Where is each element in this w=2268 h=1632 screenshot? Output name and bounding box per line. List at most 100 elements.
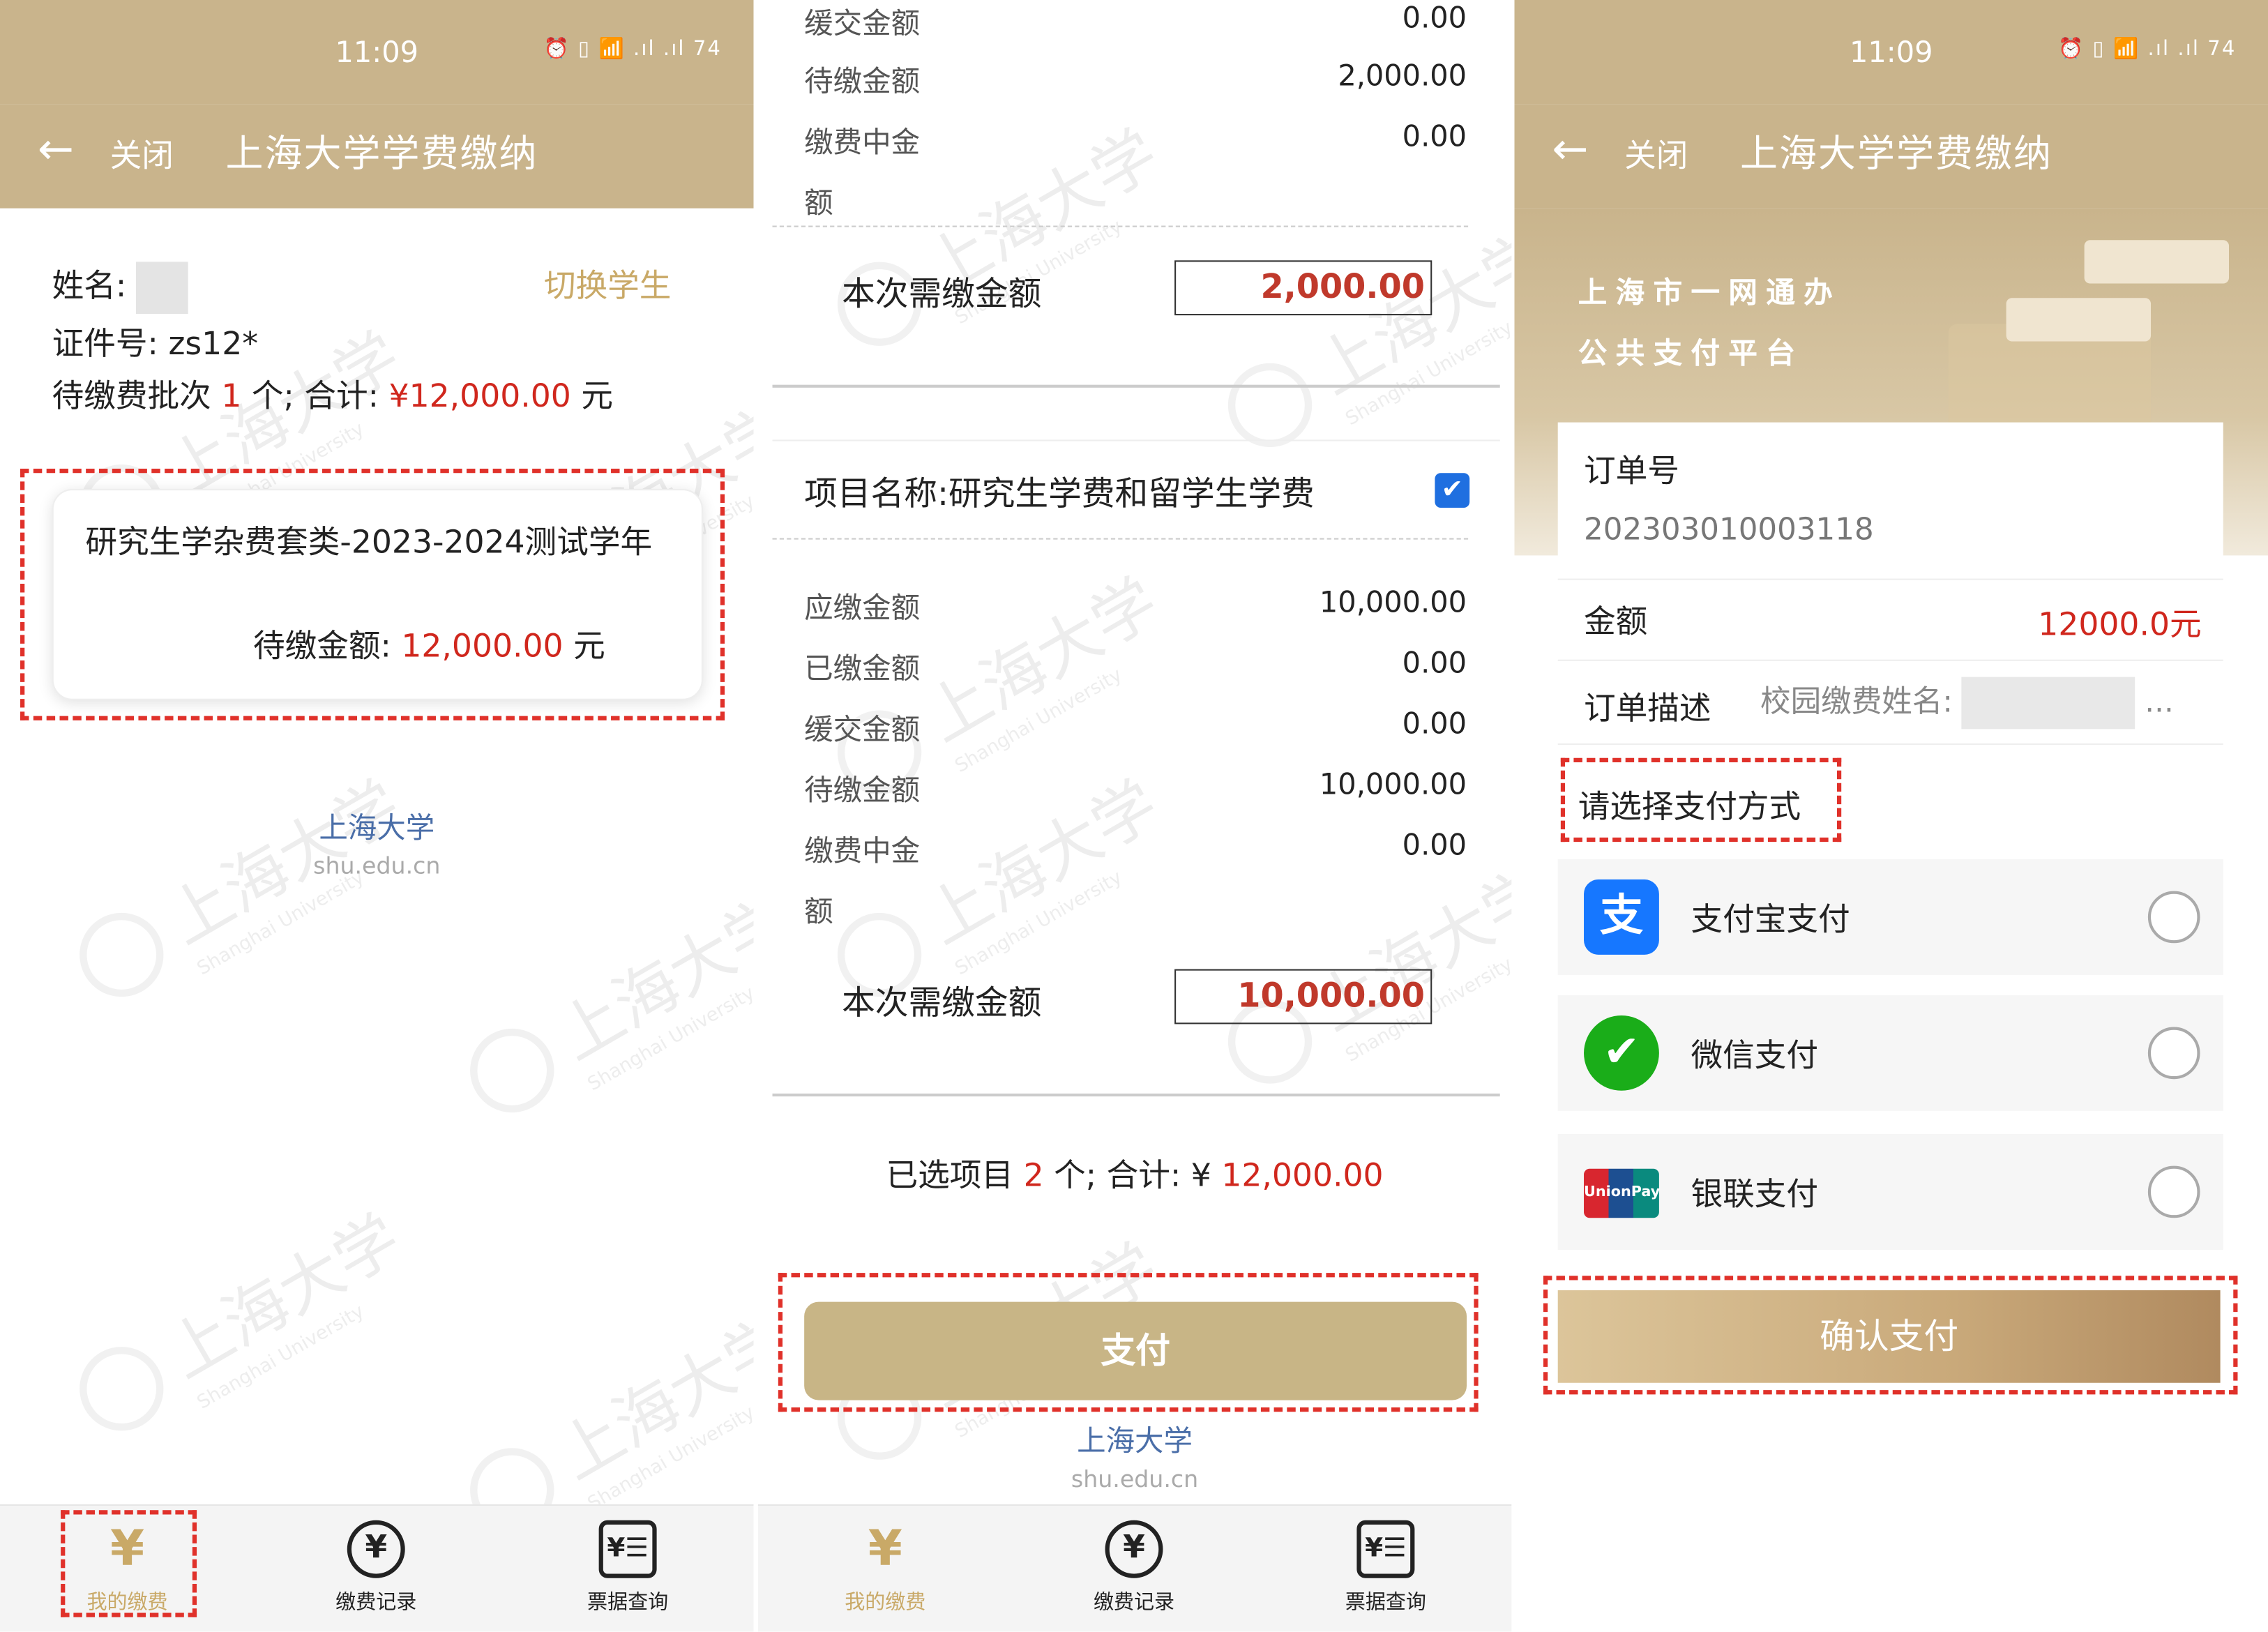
watermark: 上海大学Shanghai University bbox=[64, 1188, 425, 1446]
close-button[interactable]: 关闭 bbox=[1624, 130, 1688, 176]
selected-total: 12,000.00 bbox=[1221, 1158, 1384, 1195]
payment-option-label: 银联支付 bbox=[1691, 1177, 1819, 1214]
school-url: shu.edu.cn bbox=[313, 852, 441, 879]
status-icons: ⏰ ▯ 📶 .ıl .ıl 74 bbox=[543, 37, 722, 61]
amount-row: 应缴金额 10,000.00 bbox=[804, 584, 1467, 625]
screenshot-stage: 11:09 ⏰ ▯ 📶 .ıl .ıl 74 ← 关闭 上海大学学费缴纳 上海大… bbox=[0, 0, 2268, 1632]
fee-batch-card[interactable]: 研究生学杂费套类-2023-2024测试学年 待缴金额: 12,000.00 元 bbox=[52, 489, 703, 700]
receipt-icon: ¥☰ bbox=[1356, 1520, 1415, 1578]
fee-items-panel: 上海大学 Shanghai University 上海大学 Shanghai Uni… bbox=[757, 0, 1512, 1632]
desc-redacted bbox=[1961, 677, 2135, 730]
selection-summary: 已选项目 2 个; 合计: ¥ 12,000.00 bbox=[886, 1158, 1384, 1195]
switch-student-link[interactable]: 切换学生 bbox=[544, 260, 672, 306]
name-redacted bbox=[136, 262, 189, 315]
pay-amount-input[interactable]: 2,000.00 bbox=[1174, 260, 1432, 316]
banner-line1: 上海市一网通办 bbox=[1578, 275, 1842, 310]
choose-payment-heading: 请选择支付方式 bbox=[1578, 789, 1801, 826]
highlight-box bbox=[61, 1510, 197, 1617]
amount-row: 待缴金额 2,000.00 bbox=[804, 57, 1467, 99]
batch-summary: 待缴费批次 1 个; 合计: ¥12,000.00 元 bbox=[52, 379, 614, 416]
amount-row: 待缴金额 10,000.00 bbox=[804, 766, 1467, 808]
fees-home-panel: 11:09 ⏰ ▯ 📶 .ıl .ıl 74 ← 关闭 上海大学学费缴纳 上海大… bbox=[0, 0, 754, 1632]
student-name-row: 姓名: bbox=[52, 260, 189, 315]
nav-bar: ← 关闭 上海大学学费缴纳 bbox=[1514, 104, 2268, 209]
divider bbox=[772, 538, 1469, 540]
confirm-pay-button[interactable]: 确认支付 bbox=[1557, 1290, 2221, 1383]
nav-bar: ← 关闭 上海大学学费缴纳 bbox=[0, 104, 754, 209]
amount-row: 缴费中金 0.00 bbox=[804, 119, 1467, 160]
order-number-box: 订单号 202303010003118 bbox=[1557, 422, 2223, 579]
pay-button[interactable]: 支付 bbox=[804, 1301, 1467, 1400]
watermark: 上海大学Shanghai University bbox=[455, 870, 754, 1128]
tab-my-fees[interactable]: ¥ 我的缴费 bbox=[813, 1520, 958, 1616]
id-value: zs12* bbox=[168, 326, 259, 363]
pay-amount-input[interactable]: 10,000.00 bbox=[1174, 969, 1432, 1025]
back-arrow-icon[interactable]: ← bbox=[1552, 124, 1588, 175]
project-name: 项目名称:研究生学费和留学生学费 bbox=[804, 476, 1315, 514]
school-footer: 上海大学 shu.edu.cn bbox=[758, 1418, 1512, 1493]
page-title: 上海大学学费缴纳 bbox=[225, 133, 538, 177]
payment-option-unionpay[interactable]: UnionPay 银联支付 bbox=[1557, 1134, 2223, 1250]
batch-total: ¥12,000.00 bbox=[388, 379, 571, 416]
payment-radio[interactable] bbox=[2147, 1165, 2200, 1218]
status-bar: 11:09 ⏰ ▯ 📶 .ıl .ıl 74 bbox=[0, 0, 754, 105]
id-label: 证件号: bbox=[52, 326, 158, 363]
card-amount: 12,000.00 bbox=[401, 629, 564, 666]
divider bbox=[1557, 743, 2223, 746]
amount-row: 缓交金额 0.00 bbox=[804, 706, 1467, 747]
payment-option-label: 支付宝支付 bbox=[1691, 902, 1850, 939]
id-row: 证件号: zs12* bbox=[52, 318, 258, 364]
tab-bar: ¥ 我的缴费 ¥ 缴费记录 ¥☰ 票据查询 bbox=[757, 1504, 1512, 1632]
status-bar: 11:09 ⏰ ▯ 📶 .ıl .ıl 74 bbox=[1514, 0, 2268, 105]
batch-count: 1 bbox=[221, 379, 242, 416]
tab-payment-records[interactable]: ¥ 缴费记录 bbox=[304, 1520, 448, 1616]
watermark: 上海大学Shanghai University bbox=[1212, 204, 1511, 463]
desc-value: 校园缴费姓名: ... bbox=[1760, 677, 2174, 730]
order-number: 202303010003118 bbox=[1584, 512, 1874, 547]
tab-receipt-query[interactable]: ¥☰ 票据查询 bbox=[1313, 1520, 1458, 1616]
watermark: 上海大学Shanghai University bbox=[455, 1290, 754, 1548]
yuan-search-icon: ¥ bbox=[1105, 1520, 1163, 1578]
alipay-icon: 支 bbox=[1584, 879, 1659, 955]
tab-receipt-query[interactable]: ¥☰ 票据查询 bbox=[555, 1520, 700, 1616]
home-yuan-icon: ¥ bbox=[868, 1520, 902, 1578]
school-url: shu.edu.cn bbox=[1071, 1465, 1199, 1493]
name-label: 姓名: bbox=[52, 269, 127, 305]
amount-row: 缓交金额 0.00 bbox=[804, 0, 1467, 41]
payment-method-panel: 11:09 ⏰ ▯ 📶 .ıl .ıl 74 ← 关闭 上海大学学费缴纳 上海市… bbox=[1514, 0, 2268, 1632]
school-footer: 上海大学 shu.edu.cn bbox=[0, 804, 754, 879]
amount-label: 金额 bbox=[1584, 604, 1648, 641]
receipt-icon: ¥☰ bbox=[598, 1520, 657, 1578]
payment-option-label: 微信支付 bbox=[1691, 1038, 1819, 1075]
page-title: 上海大学学费缴纳 bbox=[1740, 133, 2053, 177]
payment-option-alipay[interactable]: 支 支付宝支付 bbox=[1557, 859, 2223, 975]
amount-row: 缴费中金 0.00 bbox=[804, 827, 1467, 868]
banner-card-icon bbox=[2084, 240, 2230, 284]
divider bbox=[772, 1093, 1500, 1097]
order-label: 订单号 bbox=[1584, 454, 1679, 491]
payment-radio[interactable] bbox=[2147, 1027, 2200, 1080]
payment-option-wechat[interactable]: ✔ 微信支付 bbox=[1557, 995, 2223, 1111]
divider bbox=[772, 225, 1469, 227]
close-button[interactable]: 关闭 bbox=[110, 130, 174, 176]
wechat-pay-icon: ✔ bbox=[1584, 1015, 1659, 1091]
amount-value: 12000.0元 bbox=[2038, 607, 2202, 644]
amount-row: 额 bbox=[804, 185, 833, 220]
amount-row: 已缴金额 0.00 bbox=[804, 645, 1467, 686]
divider bbox=[772, 439, 1500, 441]
tab-payment-records[interactable]: ¥ 缴费记录 bbox=[1061, 1520, 1206, 1616]
back-arrow-icon[interactable]: ← bbox=[38, 124, 74, 175]
unionpay-icon: UnionPay bbox=[1584, 1168, 1660, 1218]
card-amount-row: 待缴金额: 12,000.00 元 bbox=[252, 629, 605, 666]
project-checkbox[interactable]: ✔ bbox=[1435, 473, 1470, 508]
selected-count: 2 bbox=[1023, 1158, 1044, 1195]
divider bbox=[1557, 659, 2223, 661]
school-name: 上海大学 bbox=[319, 810, 435, 845]
divider bbox=[1557, 578, 2223, 580]
payment-radio[interactable] bbox=[2147, 891, 2200, 944]
pay-amount-label: 本次需缴金额 bbox=[842, 985, 1042, 1023]
amount-row: 额 bbox=[804, 893, 833, 929]
desc-label: 订单描述 bbox=[1584, 691, 1711, 728]
divider bbox=[772, 384, 1500, 388]
yuan-search-icon: ¥ bbox=[347, 1520, 405, 1578]
